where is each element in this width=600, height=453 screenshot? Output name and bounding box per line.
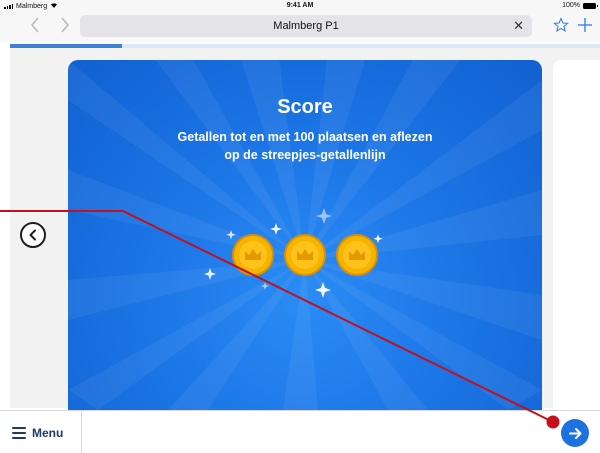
sparkle-icon <box>316 208 332 224</box>
crown-medal-icon <box>336 234 378 276</box>
hamburger-icon <box>12 426 26 439</box>
address-bar[interactable]: Malmberg P1 ✕ <box>80 15 532 37</box>
chevron-right-icon <box>61 17 70 33</box>
chevron-left-icon <box>29 229 36 241</box>
sparkle-icon <box>270 223 282 235</box>
crown-medal-icon <box>232 234 274 276</box>
plus-icon <box>578 18 592 32</box>
clear-url-button[interactable]: ✕ <box>513 18 524 34</box>
bookmark-button[interactable] <box>550 14 572 36</box>
add-tab-button[interactable] <box>574 14 596 36</box>
status-bar: Malmberg 9:41 AM 100% <box>0 0 600 12</box>
sparkle-icon <box>315 282 331 298</box>
menu-button[interactable]: Menu <box>0 411 82 453</box>
chevron-left-icon <box>30 17 39 33</box>
star-icon <box>553 17 569 33</box>
status-time: 9:41 AM <box>286 2 314 9</box>
next-button[interactable] <box>561 419 589 447</box>
sparkle-icon <box>226 230 236 240</box>
forward-button[interactable] <box>54 14 76 36</box>
score-card: Score Getallen tot en met 100 plaatsen e… <box>68 60 542 410</box>
arrow-right-icon <box>568 427 581 439</box>
status-right: 100% <box>562 2 598 9</box>
page-title: Malmberg P1 <box>273 20 339 32</box>
browser-toolbar: Malmberg P1 ✕ <box>0 12 600 42</box>
previous-page-button[interactable] <box>20 222 46 248</box>
crown-medal-icon <box>284 234 326 276</box>
sparkle-icon <box>261 282 269 290</box>
medals-group <box>204 208 383 298</box>
back-button[interactable] <box>24 14 46 36</box>
sparkle-icon <box>373 234 383 244</box>
next-page-card-edge <box>553 60 600 410</box>
menu-label: Menu <box>32 425 64 440</box>
battery-icon <box>583 2 598 9</box>
bottom-bar: Menu <box>0 410 600 453</box>
sparkle-icon <box>204 268 216 280</box>
battery-percent: 100% <box>562 2 580 9</box>
